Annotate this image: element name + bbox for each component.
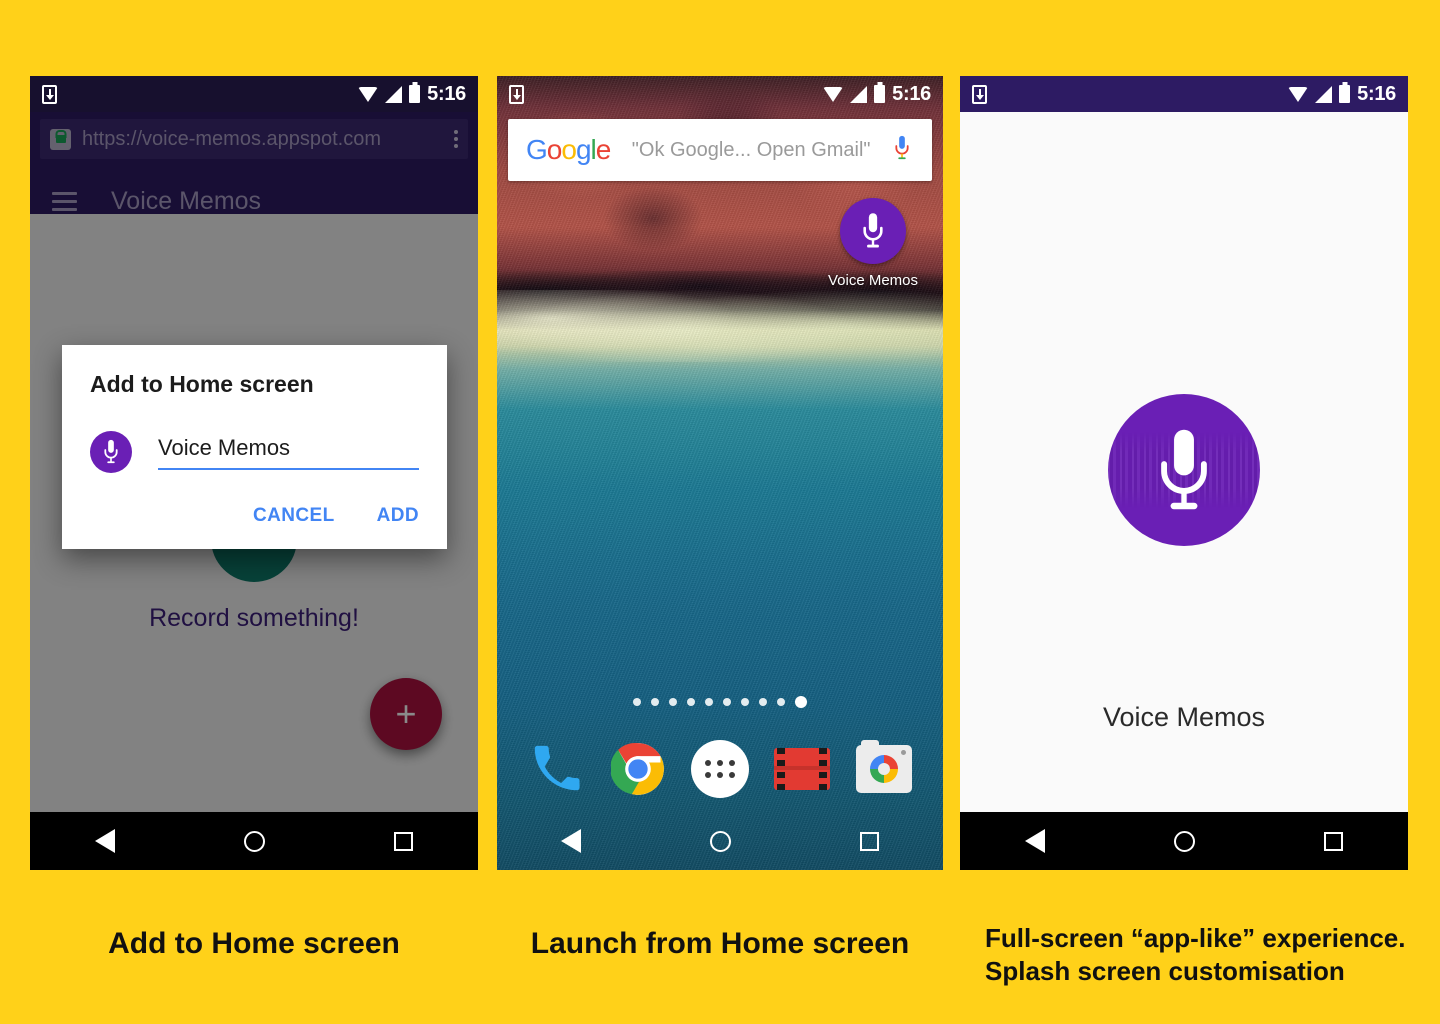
battery-icon xyxy=(874,85,886,103)
home-icon[interactable] xyxy=(1173,830,1195,852)
chrome-icon xyxy=(611,743,664,795)
microphone-icon xyxy=(1108,394,1260,546)
add-to-home-screen-dialog: Add to Home screen Voice Memos CANCEL AD… xyxy=(62,345,447,549)
home-dock xyxy=(497,740,943,798)
android-nav-bar xyxy=(960,812,1408,870)
home-icon[interactable] xyxy=(243,830,265,852)
microphone-glyph xyxy=(104,439,118,464)
page-dot[interactable] xyxy=(687,698,695,706)
google-search-widget[interactable]: Google "Ok Google... Open Gmail" xyxy=(508,119,932,181)
status-bar: 5:16 xyxy=(30,76,478,112)
splash-app-name: Voice Memos xyxy=(1102,702,1266,732)
phone-icon xyxy=(534,745,580,791)
play-movies-icon xyxy=(774,748,830,790)
phone-screenshot-add-to-home: 5:16 https://voice-memos.appspot.com Voi… xyxy=(30,76,478,870)
page-dot-active[interactable] xyxy=(795,696,807,708)
download-icon xyxy=(42,84,57,104)
recents-icon[interactable] xyxy=(859,831,879,851)
mic-icon[interactable] xyxy=(892,135,914,166)
chrome-app[interactable] xyxy=(609,740,667,798)
wifi-icon xyxy=(1288,86,1309,102)
page-dot[interactable] xyxy=(777,698,785,706)
status-bar-clock: 5:16 xyxy=(892,82,931,105)
status-bar-system-icons: 5:16 xyxy=(358,83,466,106)
download-icon xyxy=(509,84,524,104)
phone-app[interactable] xyxy=(527,740,585,798)
dialog-actions: CANCEL ADD xyxy=(90,505,419,537)
wifi-icon xyxy=(358,86,379,102)
search-hint-text: "Ok Google... Open Gmail" xyxy=(631,138,871,161)
microphone-icon xyxy=(840,198,906,264)
dialog-input-row: Voice Memos xyxy=(90,431,419,473)
microphone-icon xyxy=(90,431,132,473)
phone-screenshot-splash: 5:16 Voice Memos xyxy=(960,76,1408,870)
all-apps-icon xyxy=(691,740,749,798)
status-bar-notifications xyxy=(509,84,524,104)
back-icon[interactable] xyxy=(1024,829,1045,853)
mic-glyph xyxy=(895,135,909,159)
google-logo: Google xyxy=(526,133,611,165)
caption-line-2: Splash screen customisation xyxy=(985,955,1345,986)
status-bar-clock: 5:16 xyxy=(427,82,466,105)
status-bar-system-icons: 5:16 xyxy=(823,83,931,106)
all-apps[interactable] xyxy=(691,740,749,798)
recents-icon[interactable] xyxy=(394,831,414,851)
status-bar-system-icons: 5:16 xyxy=(1288,83,1396,106)
status-bar-clock: 5:16 xyxy=(1357,82,1396,105)
shortcut-label: Voice Memos xyxy=(827,272,919,289)
signal-icon xyxy=(1315,85,1333,103)
phone-screenshot-home-screen: 5:16 Google "Ok Google... Open Gmail" Vo… xyxy=(497,76,943,870)
home-shortcut-voice-memos[interactable]: Voice Memos xyxy=(823,198,923,289)
page-dot[interactable] xyxy=(669,698,677,706)
battery-icon xyxy=(409,85,421,103)
dialog-title: Add to Home screen xyxy=(90,371,314,397)
slide-canvas: 5:16 https://voice-memos.appspot.com Voi… xyxy=(0,0,1440,1024)
caption-fullscreen-experience: Full-screen “app-like” experience. Splas… xyxy=(985,922,1415,988)
signal-icon xyxy=(850,85,868,103)
caption-launch-from-home-screen: Launch from Home screen xyxy=(530,927,910,960)
back-icon[interactable] xyxy=(561,829,582,853)
page-dot[interactable] xyxy=(633,698,641,706)
recents-icon[interactable] xyxy=(1324,831,1344,851)
camera-icon xyxy=(856,740,912,793)
back-icon[interactable] xyxy=(94,829,115,853)
shortcut-name-value: Voice Memos xyxy=(158,434,291,460)
page-dot[interactable] xyxy=(651,698,659,706)
page-dot[interactable] xyxy=(705,698,713,706)
home-page-indicator xyxy=(497,696,943,708)
page-dot[interactable] xyxy=(759,698,767,706)
status-bar: 5:16 xyxy=(497,76,943,112)
page-dot[interactable] xyxy=(741,698,749,706)
download-icon xyxy=(972,84,987,104)
page-dot[interactable] xyxy=(723,698,731,706)
camera-app[interactable] xyxy=(855,740,913,798)
home-icon[interactable] xyxy=(709,830,731,852)
caption-add-to-home-screen: Add to Home screen xyxy=(108,927,400,960)
android-nav-bar xyxy=(497,812,943,870)
status-bar: 5:16 xyxy=(960,76,1408,112)
status-bar-notifications xyxy=(42,84,57,104)
caption-line-1: Full-screen “app-like” experience. xyxy=(985,923,1406,953)
add-button[interactable]: ADD xyxy=(377,505,419,527)
signal-icon xyxy=(385,85,403,103)
play-movies-app[interactable] xyxy=(773,740,831,798)
microphone-glyph xyxy=(1161,429,1207,510)
android-nav-bar xyxy=(30,812,478,870)
status-bar-notifications xyxy=(972,84,987,104)
shortcut-name-input[interactable]: Voice Memos xyxy=(158,435,419,470)
cancel-button[interactable]: CANCEL xyxy=(253,505,335,527)
battery-icon xyxy=(1339,85,1351,103)
wifi-icon xyxy=(823,86,844,102)
microphone-glyph xyxy=(863,213,883,248)
